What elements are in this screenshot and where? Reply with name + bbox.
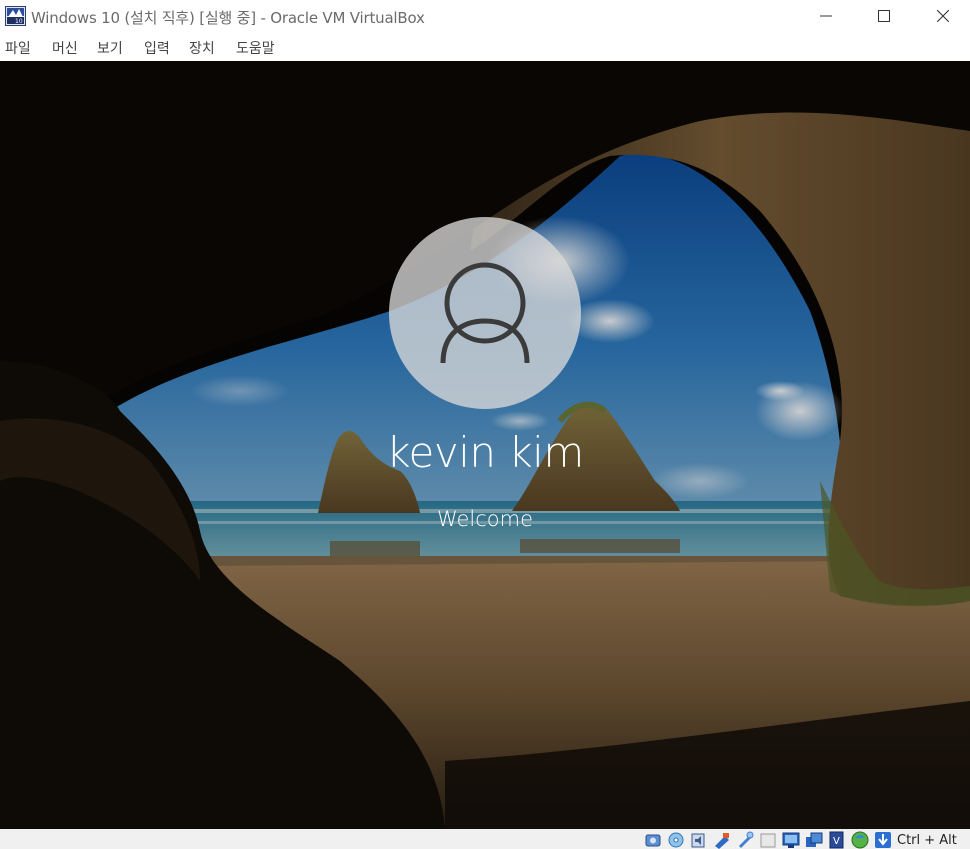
cpu-icon[interactable] — [851, 831, 869, 849]
minimize-icon — [820, 15, 832, 17]
host-key-label[interactable]: Ctrl + Alt — [897, 833, 957, 848]
svg-text:V: V — [833, 836, 840, 847]
menu-file[interactable]: 파일 — [5, 38, 31, 58]
display-icon[interactable] — [782, 831, 800, 849]
maximize-button[interactable] — [861, 0, 907, 33]
mouse-integration-icon[interactable] — [874, 831, 892, 849]
window-title: Windows 10 (설치 직후) [실행 중] - Oracle VM Vi… — [31, 9, 425, 27]
username: kevin kim — [386, 428, 584, 477]
menu-help[interactable]: 도움말 — [236, 38, 275, 58]
status-bar: V Ctrl + Alt — [0, 829, 970, 849]
menu-bar: 파일 머신 보기 입력 장치 도움말 — [0, 33, 970, 61]
usb-icon[interactable] — [736, 831, 754, 849]
maximize-icon — [878, 10, 890, 22]
close-button[interactable] — [920, 0, 966, 33]
hard-disk-icon[interactable] — [644, 831, 662, 849]
minimize-button[interactable] — [803, 0, 849, 33]
virtualbox-app-icon[interactable]: 10 — [5, 6, 26, 26]
menu-input[interactable]: 입력 — [144, 38, 170, 58]
user-avatar-icon — [440, 262, 530, 364]
menu-view[interactable]: 보기 — [97, 38, 123, 58]
menu-devices[interactable]: 장치 — [189, 38, 215, 58]
virtualization-icon[interactable]: V — [828, 831, 846, 849]
video-capture-icon[interactable] — [805, 831, 823, 849]
vm-display[interactable]: kevin kim Welcome — [0, 61, 970, 829]
title-bar: 10 Windows 10 (설치 직후) [실행 중] - Oracle VM… — [0, 0, 970, 33]
optical-drive-icon[interactable] — [667, 831, 685, 849]
welcome-text: Welcome — [436, 507, 534, 531]
menu-machine[interactable]: 머신 — [52, 38, 78, 58]
audio-icon[interactable] — [690, 831, 708, 849]
shared-folders-icon[interactable] — [759, 831, 777, 849]
svg-text:10: 10 — [15, 18, 23, 25]
network-icon[interactable] — [713, 831, 731, 849]
user-avatar — [389, 217, 581, 409]
close-icon — [937, 10, 949, 22]
